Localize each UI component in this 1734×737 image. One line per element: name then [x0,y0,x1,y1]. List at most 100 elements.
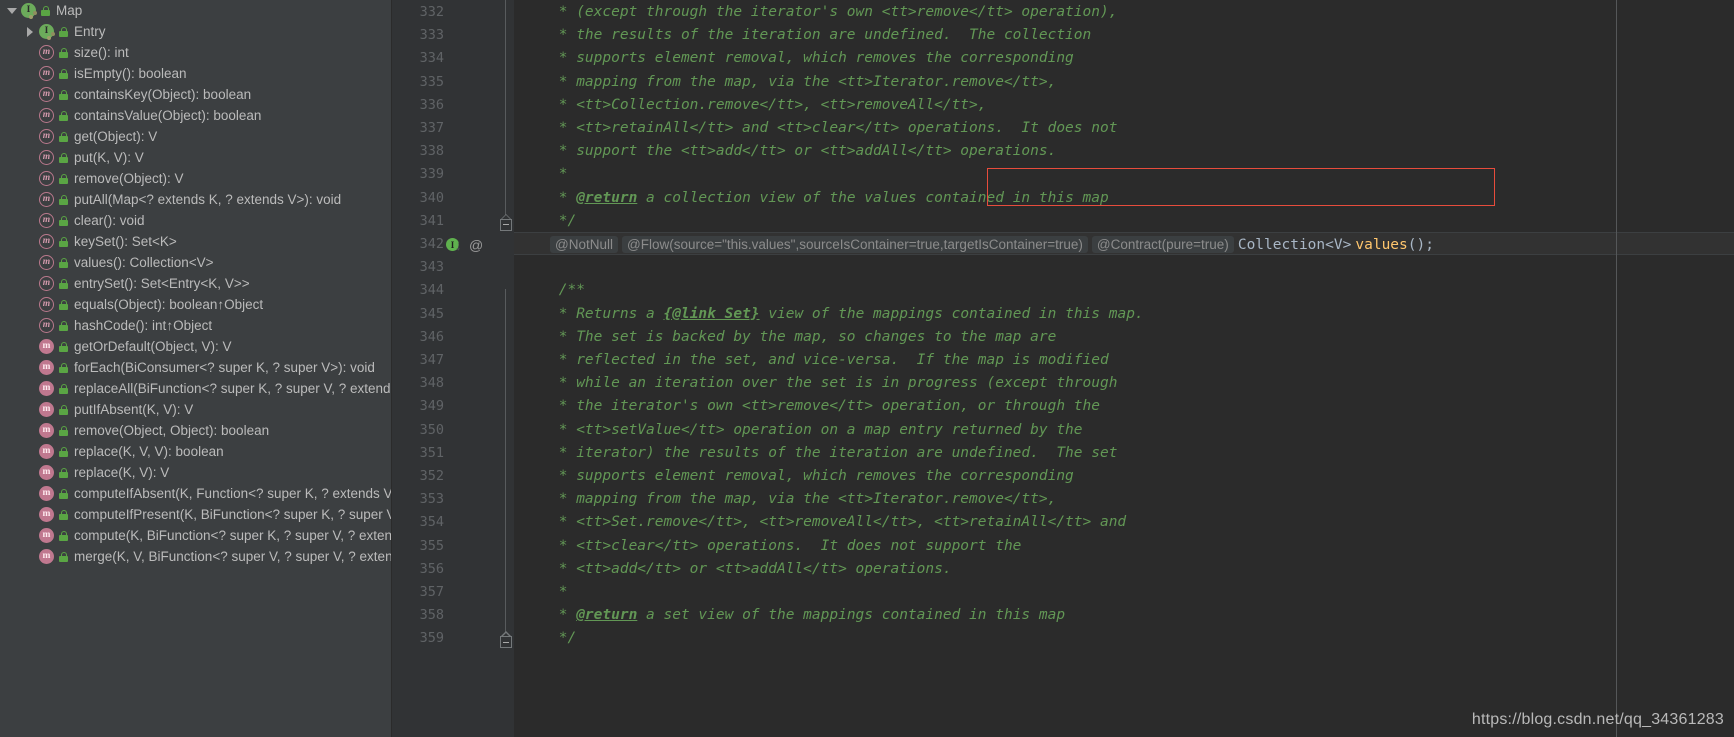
structure-tree-item[interactable]: m get(Object): V [0,126,391,147]
line-number: 348 [419,375,444,392]
code-line[interactable]: * supports element removal, which remove… [514,465,1734,488]
line-number: 349 [419,398,444,415]
code-line[interactable]: * <tt>add</tt> or <tt>addAll</tt> operat… [514,558,1734,581]
line-number: 343 [419,259,444,276]
public-lock-icon [38,2,52,19]
code-line[interactable]: * (except through the iterator's own <tt… [514,1,1734,24]
structure-tree-item[interactable]: m equals(Object): boolean ↑Object [0,294,391,315]
code-line[interactable]: * @return a set view of the mappings con… [514,604,1734,627]
structure-tree-item[interactable]: m hashCode(): int ↑Object [0,315,391,336]
code-line[interactable]: */ [514,210,1734,233]
abstract-method-icon: m [38,128,55,145]
structure-tree-item[interactable]: m putIfAbsent(K, V): V [0,399,391,420]
code-line[interactable]: */ [514,627,1734,650]
code-line[interactable]: /** [514,279,1734,302]
fold-end-marker-box[interactable] [500,636,512,649]
structure-tree-item[interactable]: m values(): Collection<V> [0,252,391,273]
annotation-icon[interactable]: @ [469,237,483,253]
code-line[interactable] [514,256,1734,279]
code-line[interactable]: * iterator) the results of the iteration… [514,442,1734,465]
structure-tree-item[interactable]: m keySet(): Set<K> [0,231,391,252]
line-number: 350 [419,421,444,438]
code-line[interactable]: * <tt>setValue</tt> operation on a map e… [514,419,1734,442]
structure-tree-item[interactable]: m forEach(BiConsumer<? super K, ? super V… [0,357,391,378]
structure-tree-item[interactable]: m getOrDefault(Object, V): V [0,336,391,357]
structure-tree-item[interactable]: m replaceAll(BiFunction<? super K, ? supe… [0,378,391,399]
fold-end-marker-box[interactable] [500,218,512,231]
structure-tree-item[interactable]: m computeIfAbsent(K, Function<? super K, … [0,483,391,504]
structure-tree-item[interactable]: m containsValue(Object): boolean [0,105,391,126]
public-lock-icon [56,338,70,355]
line-number: 356 [419,560,444,577]
annotation-inlay-hint[interactable]: @NotNull [550,236,618,253]
code-line[interactable]: * [514,581,1734,604]
line-number: 338 [419,143,444,160]
code-editor[interactable]: 332 333 334 335 336 337 338 339 340 341 342 I ↓ @343 3… [392,0,1734,737]
method-signature-line[interactable]: @NotNull @Flow(source="this.values",sour… [514,233,1734,256]
code-line[interactable]: * [514,163,1734,186]
line-number: 333 [419,27,444,44]
structure-tree-item[interactable]: m size(): int [0,42,391,63]
chevron-down-icon[interactable] [4,0,20,21]
structure-tree-item-label: get(Object): V [74,129,158,144]
javadoc-text: * <tt>retainAll</tt> and <tt>clear</tt> … [550,120,1118,136]
code-line[interactable]: * <tt>Collection.remove</tt>, <tt>remove… [514,94,1734,117]
structure-tree-item[interactable]: m entrySet(): Set<Entry<K, V>> [0,273,391,294]
public-lock-icon [56,23,70,40]
public-lock-icon [56,317,70,334]
structure-tree-item[interactable]: m computeIfPresent(K, BiFunction<? super … [0,504,391,525]
line-number: 334 [419,50,444,67]
structure-tool-window[interactable]: I Map I Entry m size(): int m isEmpty(): boolea… [0,0,392,737]
annotation-inlay-hint[interactable]: @Flow(source="this.values",sourceIsConta… [622,236,1088,253]
structure-tree-item[interactable]: m put(K, V): V [0,147,391,168]
public-lock-icon [56,212,70,229]
structure-tree-item[interactable]: I Entry [0,21,391,42]
default-method-icon: m [38,401,55,418]
code-line[interactable]: * Returns a {@link Set} view of the mapp… [514,303,1734,326]
structure-tree-item-label: remove(Object, Object): boolean [74,423,270,438]
code-line[interactable]: * reflected in the set, and vice-versa. … [514,349,1734,372]
structure-tree-item[interactable]: m remove(Object): V [0,168,391,189]
structure-tree-item[interactable]: m replace(K, V, V): boolean [0,441,391,462]
annotation-inlay-hint[interactable]: @Contract(pure=true) [1091,236,1234,253]
structure-tree-item[interactable]: m compute(K, BiFunction<? super K, ? supe… [0,525,391,546]
abstract-method-icon: m [38,233,55,250]
structure-tree-item-label: getOrDefault(Object, V): V [74,339,232,354]
code-line[interactable]: * the iterator's own <tt>remove</tt> ope… [514,395,1734,418]
structure-tree-item[interactable]: I Map [0,0,391,21]
code-line[interactable]: * while an iteration over the set is in … [514,372,1734,395]
code-content[interactable]: * (except through the iterator's own <tt… [514,0,1734,737]
javadoc-text: * mapping from the map, via the <tt>Iter… [550,491,1057,508]
code-line[interactable]: * The set is backed by the map, so chang… [514,326,1734,349]
public-lock-icon [56,380,70,397]
code-line[interactable]: * the results of the iteration are undef… [514,24,1734,47]
abstract-method-icon: m [38,317,55,334]
javadoc-text: /** [550,282,585,299]
code-line[interactable]: * support the <tt>add</tt> or <tt>addAll… [514,140,1734,163]
default-method-icon: m [38,359,55,376]
structure-tree[interactable]: I Map I Entry m size(): int m isEmpty(): boolea… [0,0,391,567]
structure-tree-item-label: entrySet(): Set<Entry<K, V>> [74,276,250,291]
abstract-method-icon: m [38,149,55,166]
structure-tree-item[interactable]: m containsKey(Object): boolean [0,84,391,105]
javadoc-text: * mapping from the map, via the <tt>Iter… [550,73,1057,90]
code-line[interactable]: * supports element removal, which remove… [514,47,1734,70]
public-lock-icon [56,443,70,460]
chevron-right-icon[interactable] [22,21,38,42]
code-line[interactable]: * mapping from the map, via the <tt>Iter… [514,488,1734,511]
abstract-method-icon: m [38,254,55,271]
structure-tree-item[interactable]: m clear(): void [0,210,391,231]
code-line[interactable]: * <tt>retainAll</tt> and <tt>clear</tt> … [514,117,1734,140]
structure-tree-item[interactable]: m isEmpty(): boolean [0,63,391,84]
structure-tree-item[interactable]: m remove(Object, Object): boolean [0,420,391,441]
code-line[interactable]: * @return a collection view of the value… [514,187,1734,210]
code-line[interactable]: * <tt>clear</tt> operations. It does not… [514,535,1734,558]
code-line[interactable]: * mapping from the map, via the <tt>Iter… [514,71,1734,94]
structure-tree-item[interactable]: m merge(K, V, BiFunction<? super V, ? sup… [0,546,391,567]
gutter-icon-group[interactable]: I ↓ @ [446,233,496,256]
public-lock-icon [56,275,70,292]
implementing-method-icon[interactable]: I ↓ [446,238,462,252]
structure-tree-item[interactable]: m putAll(Map<? extends K, ? extends V>): … [0,189,391,210]
structure-tree-item[interactable]: m replace(K, V): V [0,462,391,483]
code-line[interactable]: * <tt>Set.remove</tt>, <tt>removeAll</tt… [514,511,1734,534]
